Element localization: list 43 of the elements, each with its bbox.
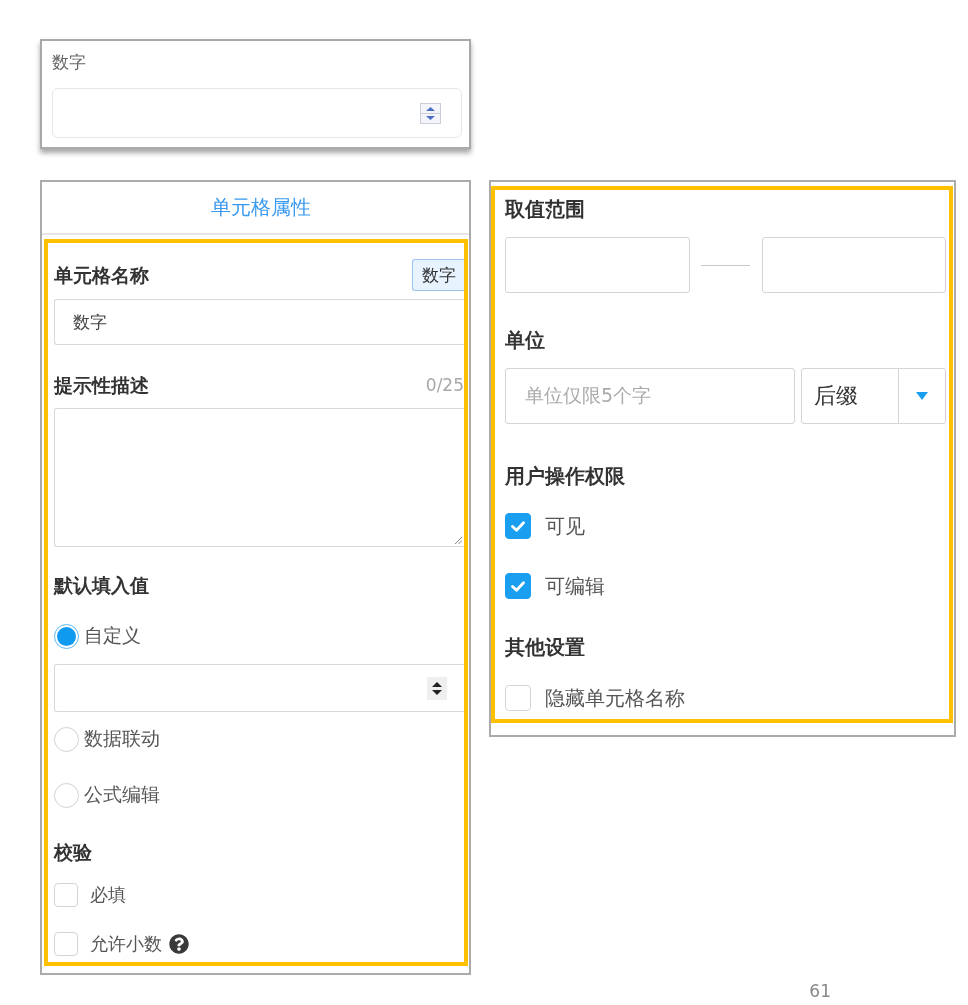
range-max-field[interactable]: [762, 237, 946, 293]
check-icon: [511, 580, 525, 592]
radio-button[interactable]: [54, 782, 79, 808]
name-field[interactable]: 数字: [54, 299, 464, 345]
radio-button[interactable]: [54, 726, 79, 752]
section-label: 单元格名称: [54, 263, 149, 287]
number-field[interactable]: [52, 88, 462, 138]
option-label: 可编辑: [545, 572, 605, 600]
caret-down-icon[interactable]: [916, 392, 928, 400]
section-label: 取值范围: [505, 197, 585, 221]
range-dash: [701, 264, 750, 266]
option-label: 公式编辑: [84, 782, 160, 807]
section-label: 单位: [505, 328, 545, 352]
section-label: 其他设置: [505, 635, 585, 659]
character-counter: 0/25: [425, 375, 464, 395]
resize-grip-icon[interactable]: [454, 536, 462, 544]
option-label: 允许小数: [90, 932, 162, 956]
checkbox[interactable]: [505, 513, 531, 539]
checkbox[interactable]: [54, 932, 78, 956]
type-tag[interactable]: 数字: [412, 259, 464, 291]
option-label: 必填: [90, 883, 126, 907]
radio-button[interactable]: [54, 623, 79, 649]
option-label: 可见: [545, 512, 585, 540]
section-label: 提示性描述: [54, 373, 149, 397]
check-icon: [511, 520, 525, 532]
checkbox[interactable]: [505, 573, 531, 599]
help-icon[interactable]: [169, 934, 189, 954]
option-label: 隐藏单元格名称: [545, 684, 685, 712]
default-value-field[interactable]: [54, 664, 464, 712]
field-label: 数字: [52, 51, 86, 73]
option-label: 自定义: [84, 623, 141, 648]
position-select[interactable]: 后缀: [801, 368, 946, 424]
page-number: 61: [809, 981, 831, 1001]
description-field[interactable]: [54, 408, 464, 547]
section-label: 校验: [54, 840, 92, 864]
range-min-field[interactable]: [505, 237, 690, 293]
checkbox[interactable]: [505, 685, 531, 711]
option-label: 数据联动: [84, 726, 160, 751]
checkbox[interactable]: [54, 883, 78, 907]
section-label: 用户操作权限: [505, 464, 625, 488]
up-down-arrows-icon[interactable]: [427, 676, 447, 700]
panel-title: 单元格属性: [211, 194, 311, 221]
section-label: 默认填入值: [54, 573, 149, 597]
